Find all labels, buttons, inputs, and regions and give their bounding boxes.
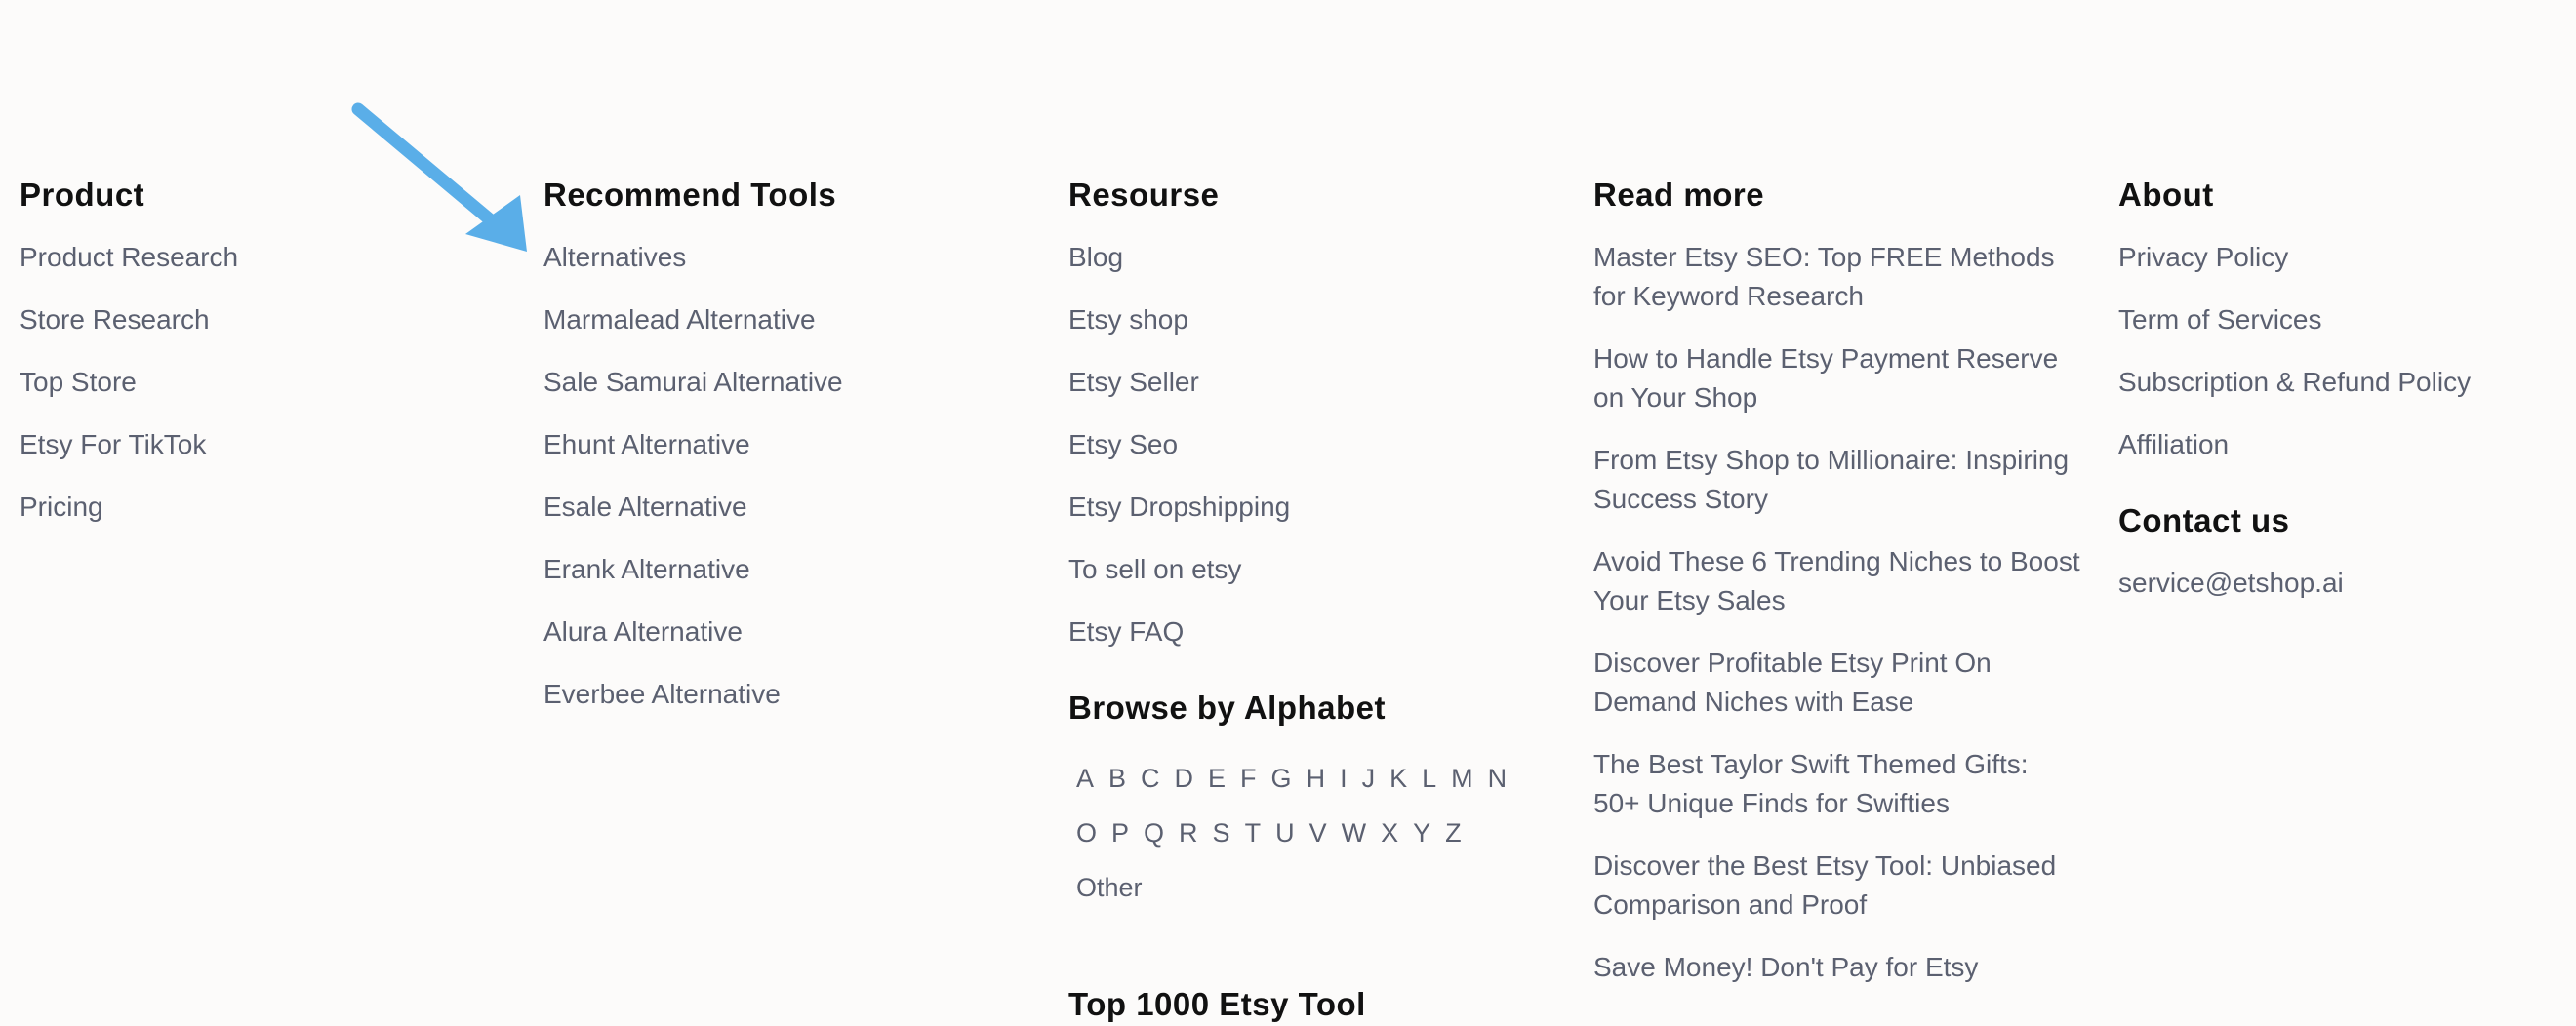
alphabet-link-z[interactable]: Z (1445, 806, 1462, 860)
alphabet-link-i[interactable]: I (1340, 751, 1348, 806)
footer-link-product-research[interactable]: Product Research (20, 238, 507, 277)
footer-link-everbee-alternative[interactable]: Everbee Alternative (543, 675, 1031, 714)
read-more-link-list: Master Etsy SEO: Top FREE Methods for Ke… (1593, 238, 2081, 987)
alphabet-link-h[interactable]: H (1307, 751, 1326, 806)
footer-link-etsy-for-tiktok[interactable]: Etsy For TikTok (20, 425, 507, 464)
alphabet-link-s[interactable]: S (1213, 806, 1230, 860)
footer-link-to-sell-on-etsy[interactable]: To sell on etsy (1068, 550, 1556, 589)
article-link-best-etsy-tool[interactable]: Discover the Best Etsy Tool: Unbiased Co… (1593, 847, 2081, 925)
resource-link-list: Blog Etsy shop Etsy Seller Etsy Seo Etsy… (1068, 238, 1556, 651)
footer-link-affiliation[interactable]: Affiliation (2118, 425, 2567, 464)
footer-link-privacy-policy[interactable]: Privacy Policy (2118, 238, 2567, 277)
footer-link-sale-samurai-alternative[interactable]: Sale Samurai Alternative (543, 363, 1031, 402)
article-link-etsy-payment-reserve[interactable]: How to Handle Etsy Payment Reserve on Yo… (1593, 339, 2081, 417)
alphabet-link-o[interactable]: O (1076, 806, 1097, 860)
alphabet-link-k[interactable]: K (1389, 751, 1407, 806)
site-footer: Product Product Research Store Research … (0, 0, 2576, 1022)
alphabet-link-m[interactable]: M (1451, 751, 1473, 806)
column-title-about: About (2118, 177, 2214, 213)
footer-column-recommend-tools: Recommend Tools Alternatives Marmalead A… (543, 174, 1031, 737)
article-link-taylor-swift-gifts[interactable]: The Best Taylor Swift Themed Gifts: 50+ … (1593, 745, 2081, 823)
alphabet-link-a[interactable]: A (1076, 751, 1094, 806)
alphabet-link-w[interactable]: W (1342, 806, 1366, 860)
alphabet-link-t[interactable]: T (1245, 806, 1262, 860)
article-link-etsy-seo-keyword-research[interactable]: Master Etsy SEO: Top FREE Methods for Ke… (1593, 238, 2081, 316)
column-title-contact-us: Contact us (2118, 502, 2290, 538)
footer-link-etsy-shop[interactable]: Etsy shop (1068, 300, 1556, 339)
footer-link-etsy-seo[interactable]: Etsy Seo (1068, 425, 1556, 464)
column-title-product: Product (20, 177, 145, 213)
footer-column-resource: Resourse Blog Etsy shop Etsy Seller Etsy… (1068, 174, 1556, 915)
column-title-recommend-tools: Recommend Tools (543, 177, 837, 213)
footer-link-term-of-services[interactable]: Term of Services (2118, 300, 2567, 339)
column-title-resource: Resourse (1068, 177, 1220, 213)
alphabet-link-x[interactable]: X (1381, 806, 1398, 860)
footer-link-etsy-faq[interactable]: Etsy FAQ (1068, 612, 1556, 651)
article-link-etsy-shop-to-millionaire[interactable]: From Etsy Shop to Millionaire: Inspiring… (1593, 441, 2081, 519)
alphabet-link-j[interactable]: J (1362, 751, 1376, 806)
alphabet-link-u[interactable]: U (1275, 806, 1295, 860)
footer-link-etsy-dropshipping[interactable]: Etsy Dropshipping (1068, 488, 1556, 527)
alphabet-index: A B C D E F G H I J K L M N O P Q R S T … (1076, 751, 1545, 915)
column-title-read-more: Read more (1593, 177, 1765, 213)
top-1000-etsy-tool-title: Top 1000 Etsy Tool (1068, 986, 1366, 1022)
article-link-save-money[interactable]: Save Money! Don't Pay for Etsy (1593, 948, 2081, 987)
alphabet-link-r[interactable]: R (1179, 806, 1198, 860)
footer-link-alura-alternative[interactable]: Alura Alternative (543, 612, 1031, 651)
footer-link-top-store[interactable]: Top Store (20, 363, 507, 402)
alphabet-link-v[interactable]: V (1309, 806, 1327, 860)
footer-column-product: Product Product Research Store Research … (20, 174, 507, 550)
footer-link-etsy-seller[interactable]: Etsy Seller (1068, 363, 1556, 402)
alphabet-link-other[interactable]: Other (1076, 860, 1143, 915)
footer-column-read-more: Read more Master Etsy SEO: Top FREE Meth… (1593, 174, 2081, 1010)
about-link-list: Privacy Policy Term of Services Subscrip… (2118, 238, 2567, 464)
article-link-print-on-demand-niches[interactable]: Discover Profitable Etsy Print On Demand… (1593, 644, 2081, 722)
footer-link-store-research[interactable]: Store Research (20, 300, 507, 339)
alphabet-link-l[interactable]: L (1422, 751, 1436, 806)
footer-link-ehunt-alternative[interactable]: Ehunt Alternative (543, 425, 1031, 464)
footer-link-alternatives[interactable]: Alternatives (543, 238, 1031, 277)
alphabet-link-c[interactable]: C (1141, 751, 1160, 806)
footer-column-about: About Privacy Policy Term of Services Su… (2118, 174, 2567, 626)
alphabet-link-g[interactable]: G (1271, 751, 1292, 806)
footer-link-marmalead-alternative[interactable]: Marmalead Alternative (543, 300, 1031, 339)
alphabet-link-q[interactable]: Q (1144, 806, 1164, 860)
alphabet-link-y[interactable]: Y (1413, 806, 1430, 860)
alphabet-link-n[interactable]: N (1488, 751, 1508, 806)
product-link-list: Product Research Store Research Top Stor… (20, 238, 507, 527)
footer-link-erank-alternative[interactable]: Erank Alternative (543, 550, 1031, 589)
alphabet-link-d[interactable]: D (1175, 751, 1194, 806)
contact-email-link[interactable]: service@etshop.ai (2118, 564, 2567, 603)
alphabet-link-b[interactable]: B (1108, 751, 1126, 806)
tools-link-list: Alternatives Marmalead Alternative Sale … (543, 238, 1031, 714)
alphabet-link-p[interactable]: P (1111, 806, 1129, 860)
article-link-avoid-trending-niches[interactable]: Avoid These 6 Trending Niches to Boost Y… (1593, 542, 2081, 620)
browse-by-alphabet-title: Browse by Alphabet (1068, 690, 1386, 726)
alphabet-link-e[interactable]: E (1208, 751, 1226, 806)
footer-link-pricing[interactable]: Pricing (20, 488, 507, 527)
footer-link-blog[interactable]: Blog (1068, 238, 1556, 277)
alphabet-link-f[interactable]: F (1240, 751, 1257, 806)
footer-link-esale-alternative[interactable]: Esale Alternative (543, 488, 1031, 527)
footer-link-subscription-refund-policy[interactable]: Subscription & Refund Policy (2118, 363, 2567, 402)
